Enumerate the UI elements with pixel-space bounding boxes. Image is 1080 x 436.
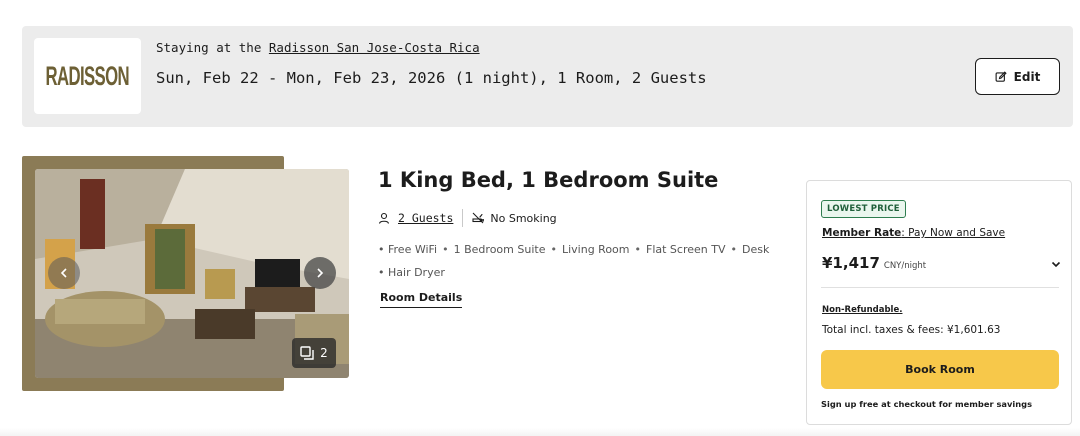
smoking-policy: No Smoking (490, 211, 557, 225)
amenity-item: Flat Screen TV (646, 243, 726, 256)
hotel-name-link[interactable]: Radisson San Jose-Costa Rica (269, 40, 480, 55)
meta-divider (462, 209, 464, 227)
amenity-item: 1 Bedroom Suite (453, 243, 546, 256)
member-rate-rest: : Pay Now and Save (901, 227, 1006, 239)
no-smoking-icon (472, 212, 485, 224)
hotel-logo: RADISSON (34, 38, 141, 114)
room-meta: 2 Guests No Smoking (378, 208, 557, 228)
book-room-button[interactable]: Book Room (821, 350, 1059, 389)
edit-label: Edit (1013, 69, 1041, 84)
amenity-item: Hair Dryer (388, 266, 445, 279)
photo-count: 2 (320, 346, 328, 360)
amenity-bullet: • (634, 243, 642, 256)
room-details-link[interactable]: Room Details (380, 291, 463, 308)
amenity-bullet: • (378, 266, 385, 279)
pencil-edit-icon (995, 70, 1007, 82)
stay-summary-bar: RADISSON Staying at the Radisson San Jos… (22, 26, 1073, 127)
signup-note: Sign up free at checkout for member savi… (821, 399, 1033, 409)
chevron-left-icon (60, 268, 67, 278)
staying-at-line: Staying at the Radisson San Jose-Costa R… (156, 40, 480, 55)
room-title: 1 King Bed, 1 Bedroom Suite (378, 168, 719, 192)
amenity-bullet: • (378, 243, 385, 256)
member-rate-link[interactable]: Member Rate: Pay Now and Save (822, 227, 1005, 239)
amenity-bullet: • (730, 243, 738, 256)
edit-button[interactable]: Edit (975, 58, 1060, 95)
lowest-price-badge: LOWEST PRICE (821, 200, 906, 218)
logo-text: RADISSON (45, 60, 130, 91)
amenity-item: Desk (742, 243, 770, 256)
photo-count-badge[interactable]: 2 (292, 338, 336, 368)
non-refundable-link[interactable]: Non-Refundable. (822, 305, 902, 315)
price-amount: ¥1,417 (822, 254, 880, 272)
rate-card: LOWEST PRICE Member Rate: Pay Now and Sa… (806, 180, 1072, 425)
amenity-item: Living Room (561, 243, 630, 256)
chevron-right-icon (317, 268, 324, 278)
person-icon (378, 212, 390, 224)
amenity-bullet: • (550, 243, 557, 256)
stay-dates-summary: Sun, Feb 22 - Mon, Feb 23, 2026 (1 night… (156, 69, 707, 87)
next-photo-button[interactable] (304, 257, 336, 289)
chevron-down-icon[interactable] (1050, 258, 1062, 270)
member-rate-bold: Member Rate (822, 227, 902, 239)
price-unit: CNY/night (883, 261, 927, 271)
price-row[interactable]: ¥1,417 CNY/night (822, 254, 1062, 272)
guests-link[interactable]: 2 Guests (398, 211, 453, 225)
bottom-divider (0, 428, 1080, 436)
amenity-item: Free WiFi (388, 243, 438, 256)
amenity-bullet: • (442, 243, 449, 256)
previous-photo-button[interactable] (48, 257, 80, 289)
amenities-list: • Free WiFi • 1 Bedroom Suite • Living Room •… (378, 238, 788, 284)
total-price: Total incl. taxes & fees: ¥1,601.63 (822, 324, 1001, 336)
staying-prefix: Staying at the (156, 40, 269, 55)
card-divider (821, 287, 1059, 288)
gallery-icon (300, 346, 314, 360)
